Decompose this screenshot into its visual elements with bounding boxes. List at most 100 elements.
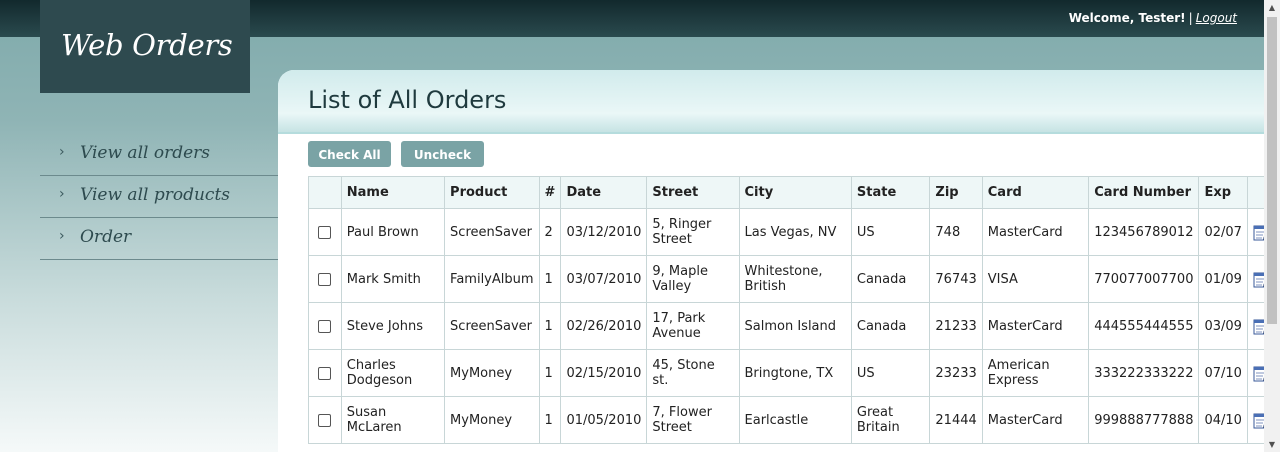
row-checkbox[interactable] xyxy=(318,413,332,427)
cell-street: 7, Flower Street xyxy=(646,396,740,444)
check-all-button[interactable]: Check All xyxy=(308,141,391,167)
cell-date: 01/05/2010 xyxy=(560,396,648,444)
cell-zip: 76743 xyxy=(929,255,983,303)
table-row: Susan McLaren MyMoney 1 01/05/2010 7, Flower… xyxy=(308,396,1280,444)
uncheck-all-button[interactable]: Uncheck All xyxy=(401,141,484,188)
sidebar-item-view-all-orders[interactable]: › View all orders xyxy=(40,134,278,176)
cell-card: American Express xyxy=(981,349,1090,397)
select-cell xyxy=(308,396,342,444)
column-header-select xyxy=(308,176,342,209)
table-row: Steve Johns ScreenSaver 1 02/26/2010 17, Par… xyxy=(308,302,1280,350)
cell-date: 02/15/2010 xyxy=(560,349,648,397)
cell-date: 02/26/2010 xyxy=(560,302,648,350)
table-row: Paul Brown ScreenSaver 2 03/12/2010 5, Ringe… xyxy=(308,208,1280,256)
cell-card-number: 444555444555 xyxy=(1088,302,1200,350)
cell-name: Mark Smith xyxy=(340,255,446,303)
user-greeting: Welcome, Tester! | Logout xyxy=(1069,11,1237,25)
table-row: Mark Smith FamilyAlbum 1 03/07/2010 9, Maple… xyxy=(308,255,1280,303)
cell-city: Salmon Island xyxy=(738,302,852,350)
cell-product: FamilyAlbum xyxy=(444,255,540,303)
sidebar-item-label: View all products xyxy=(80,185,230,205)
cell-state: US xyxy=(850,349,931,397)
column-header-state: State xyxy=(850,176,931,209)
page-title: List of All Orders xyxy=(308,86,507,114)
scroll-up-arrow-icon[interactable]: ▲ xyxy=(1264,3,1280,12)
table-header-row: Name Product # Date Street City State Zi… xyxy=(308,176,1280,209)
column-header-street: Street xyxy=(646,176,740,209)
cell-card-number: 999888777888 xyxy=(1088,396,1200,444)
cell-state: Canada xyxy=(850,302,931,350)
cell-product: ScreenSaver xyxy=(444,208,540,256)
row-checkbox[interactable] xyxy=(318,366,332,380)
cell-exp: 07/10 xyxy=(1198,349,1248,397)
cell-quantity: 1 xyxy=(538,255,562,303)
cell-quantity: 1 xyxy=(538,349,562,397)
column-header-product: Product xyxy=(444,176,540,209)
select-cell xyxy=(308,255,342,303)
sidebar-item-label: View all orders xyxy=(80,143,210,163)
cell-exp: 01/09 xyxy=(1198,255,1248,303)
column-header-card: Card xyxy=(981,176,1090,209)
sidebar-item-label: Order xyxy=(80,227,132,247)
cell-zip: 23233 xyxy=(929,349,983,397)
cell-name: Paul Brown xyxy=(340,208,446,256)
chevron-right-icon: › xyxy=(59,186,65,202)
column-header-city: City xyxy=(738,176,852,209)
cell-city: Bringtone, TX xyxy=(738,349,852,397)
chevron-right-icon: › xyxy=(59,144,65,160)
cell-exp: 02/07 xyxy=(1198,208,1248,256)
content-header: List of All Orders xyxy=(278,70,1264,134)
orders-table: Name Product # Date Street City State Zi… xyxy=(308,176,1280,444)
cell-card: MasterCard xyxy=(981,302,1090,350)
row-checkbox[interactable] xyxy=(318,272,332,286)
cell-name: Charles Dodgeson xyxy=(340,349,446,397)
logout-link[interactable]: Logout xyxy=(1196,11,1237,25)
table-row: Charles Dodgeson MyMoney 1 02/15/2010 45, St… xyxy=(308,349,1280,397)
cell-state: Great Britain xyxy=(850,396,931,444)
column-header-name: Name xyxy=(340,176,446,209)
cell-card-number: 770077007700 xyxy=(1088,255,1200,303)
row-checkbox[interactable] xyxy=(318,225,332,239)
column-header-exp: Exp xyxy=(1198,176,1248,209)
cell-card-number: 123456789012 xyxy=(1088,208,1200,256)
sidebar-item-view-all-products[interactable]: › View all products xyxy=(40,176,278,218)
logo-text: Web Orders xyxy=(61,28,233,62)
column-header-zip: Zip xyxy=(929,176,983,209)
cell-date: 03/12/2010 xyxy=(560,208,648,256)
sidebar-nav: › View all orders › View all products › … xyxy=(40,134,278,260)
cell-street: 45, Stone st. xyxy=(646,349,740,397)
scroll-down-arrow-icon[interactable]: ▼ xyxy=(1264,440,1280,449)
cell-zip: 21233 xyxy=(929,302,983,350)
chevron-right-icon: › xyxy=(59,228,65,244)
cell-product: MyMoney xyxy=(444,396,540,444)
cell-card-number: 333222333222 xyxy=(1088,349,1200,397)
cell-product: ScreenSaver xyxy=(444,302,540,350)
cell-state: US xyxy=(850,208,931,256)
separator: | xyxy=(1188,11,1193,25)
vertical-scrollbar[interactable]: ▲ ▼ xyxy=(1264,0,1280,452)
cell-product: MyMoney xyxy=(444,349,540,397)
cell-state: Canada xyxy=(850,255,931,303)
cell-zip: 21444 xyxy=(929,396,983,444)
cell-card: MasterCard xyxy=(981,208,1090,256)
cell-quantity: 2 xyxy=(538,208,562,256)
select-cell xyxy=(308,302,342,350)
cell-exp: 04/10 xyxy=(1198,396,1248,444)
logo: Web Orders xyxy=(40,0,250,93)
cell-exp: 03/09 xyxy=(1198,302,1248,350)
select-cell xyxy=(308,349,342,397)
cell-card: VISA xyxy=(981,255,1090,303)
cell-street: 5, Ringer Street xyxy=(646,208,740,256)
sidebar-item-order[interactable]: › Order xyxy=(40,218,278,260)
cell-date: 03/07/2010 xyxy=(560,255,648,303)
cell-card: MasterCard xyxy=(981,396,1090,444)
cell-quantity: 1 xyxy=(538,396,562,444)
scrollbar-thumb[interactable] xyxy=(1267,17,1277,324)
cell-city: Las Vegas, NV xyxy=(738,208,852,256)
column-header-card-number: Card Number xyxy=(1088,176,1200,209)
column-header-quantity: # xyxy=(538,176,562,209)
column-header-date: Date xyxy=(560,176,648,209)
row-checkbox[interactable] xyxy=(318,319,332,333)
select-cell xyxy=(308,208,342,256)
cell-street: 9, Maple Valley xyxy=(646,255,740,303)
